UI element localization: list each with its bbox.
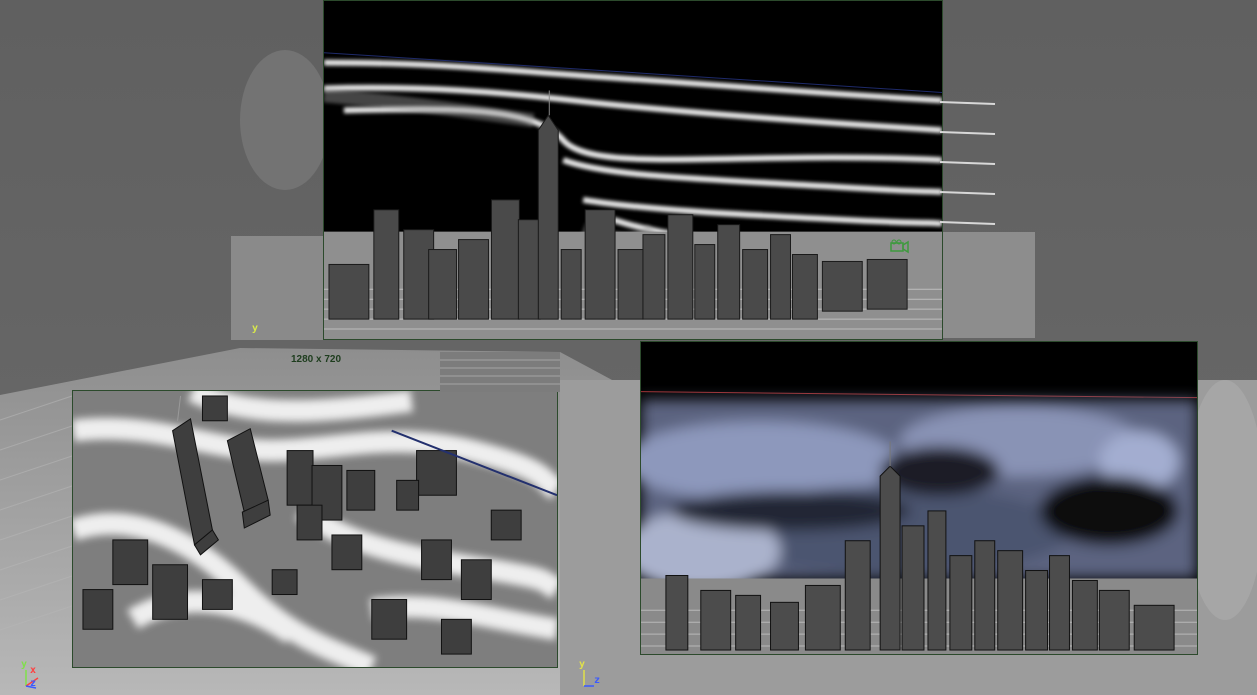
bottom-left-render-image <box>73 391 557 667</box>
resolution-gate-label: 1280 x 720 <box>291 354 342 365</box>
bottom-right-render-image <box>641 342 1197 654</box>
camera-icon[interactable] <box>888 238 910 254</box>
bottom-right-axis-z: z <box>594 675 601 686</box>
top-axis-y: y <box>252 323 259 334</box>
bottom-left-axis-y: y <box>21 659 28 670</box>
render-panel-bottom-right[interactable] <box>640 341 1198 655</box>
render-panel-bottom-left[interactable] <box>72 390 558 668</box>
bottom-right-axis-y: y <box>579 659 586 670</box>
bottom-left-axis-z: z <box>30 678 37 689</box>
top-render-image <box>324 1 942 339</box>
render-panel-top[interactable] <box>323 0 943 340</box>
bottom-left-grid-extension <box>440 352 560 392</box>
maya-viewport[interactable]: y 1280 x 720 y x z y z <box>0 0 1257 695</box>
bottom-left-axis-x: x <box>30 665 37 676</box>
top-streak-tips <box>940 101 996 225</box>
